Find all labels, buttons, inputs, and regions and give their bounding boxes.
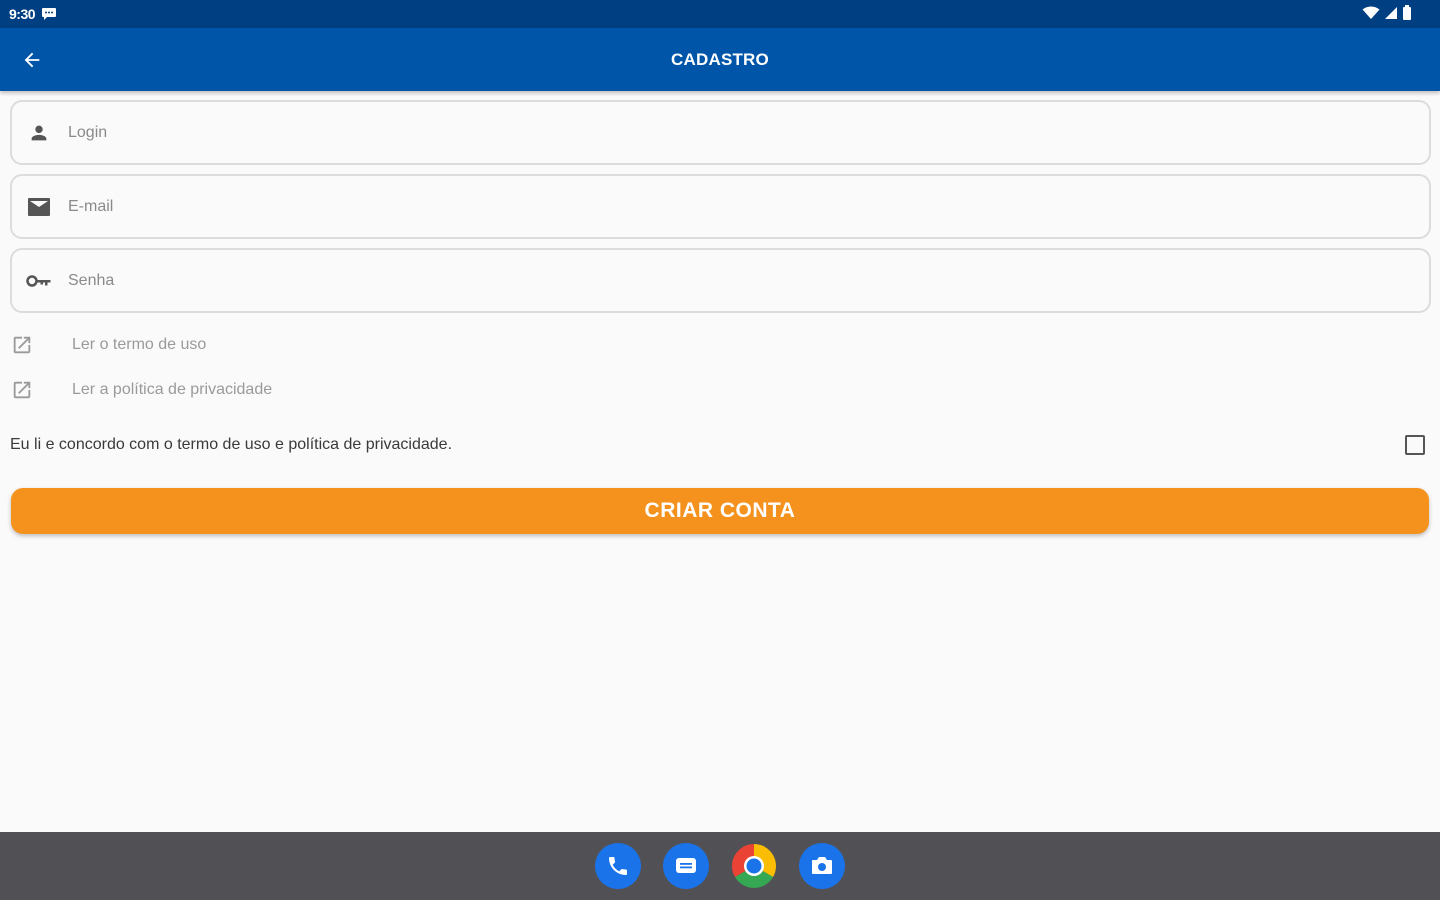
cell-signal-icon	[1384, 6, 1398, 23]
back-button[interactable]	[18, 46, 46, 74]
wifi-icon	[1362, 6, 1380, 23]
chrome-icon[interactable]	[731, 843, 777, 889]
message-notification-icon	[41, 7, 57, 21]
terms-of-use-label: Ler o termo de uso	[72, 336, 207, 353]
login-input[interactable]	[66, 122, 1366, 143]
agree-terms-row: Eu li e concordo com o termo de uso e po…	[10, 431, 1425, 459]
privacy-policy-link[interactable]: Ler a política de privacidade	[10, 376, 272, 404]
open-in-new-icon	[10, 378, 34, 402]
messages-icon[interactable]	[663, 843, 709, 889]
create-account-button[interactable]: CRIAR CONTA	[11, 488, 1429, 534]
key-icon	[26, 270, 52, 292]
terms-of-use-link[interactable]: Ler o termo de uso	[10, 331, 206, 359]
email-input[interactable]	[66, 196, 1366, 217]
page-title: CADASTRO	[671, 49, 769, 69]
password-field[interactable]	[10, 248, 1431, 313]
app-bar: CADASTRO	[0, 28, 1440, 91]
open-in-new-icon	[10, 333, 34, 357]
password-input[interactable]	[66, 270, 1366, 291]
camera-icon[interactable]	[799, 843, 845, 889]
email-field[interactable]	[10, 174, 1431, 239]
registration-form: Ler o termo de uso Ler a política de pri…	[0, 91, 1440, 832]
battery-icon	[1402, 5, 1412, 23]
privacy-policy-label: Ler a política de privacidade	[72, 381, 273, 398]
login-field[interactable]	[10, 100, 1431, 165]
status-bar: 9:30	[0, 0, 1440, 28]
mail-icon	[26, 196, 52, 218]
arrow-back-icon	[24, 52, 40, 68]
agree-terms-label: Eu li e concordo com o termo de uso e po…	[10, 436, 453, 453]
dock-bar	[0, 832, 1440, 900]
status-indicators	[1362, 5, 1412, 23]
status-time: 9:30	[9, 6, 36, 22]
person-icon	[26, 122, 52, 144]
phone-icon[interactable]	[595, 843, 641, 889]
agree-terms-checkbox[interactable]	[1405, 435, 1425, 455]
